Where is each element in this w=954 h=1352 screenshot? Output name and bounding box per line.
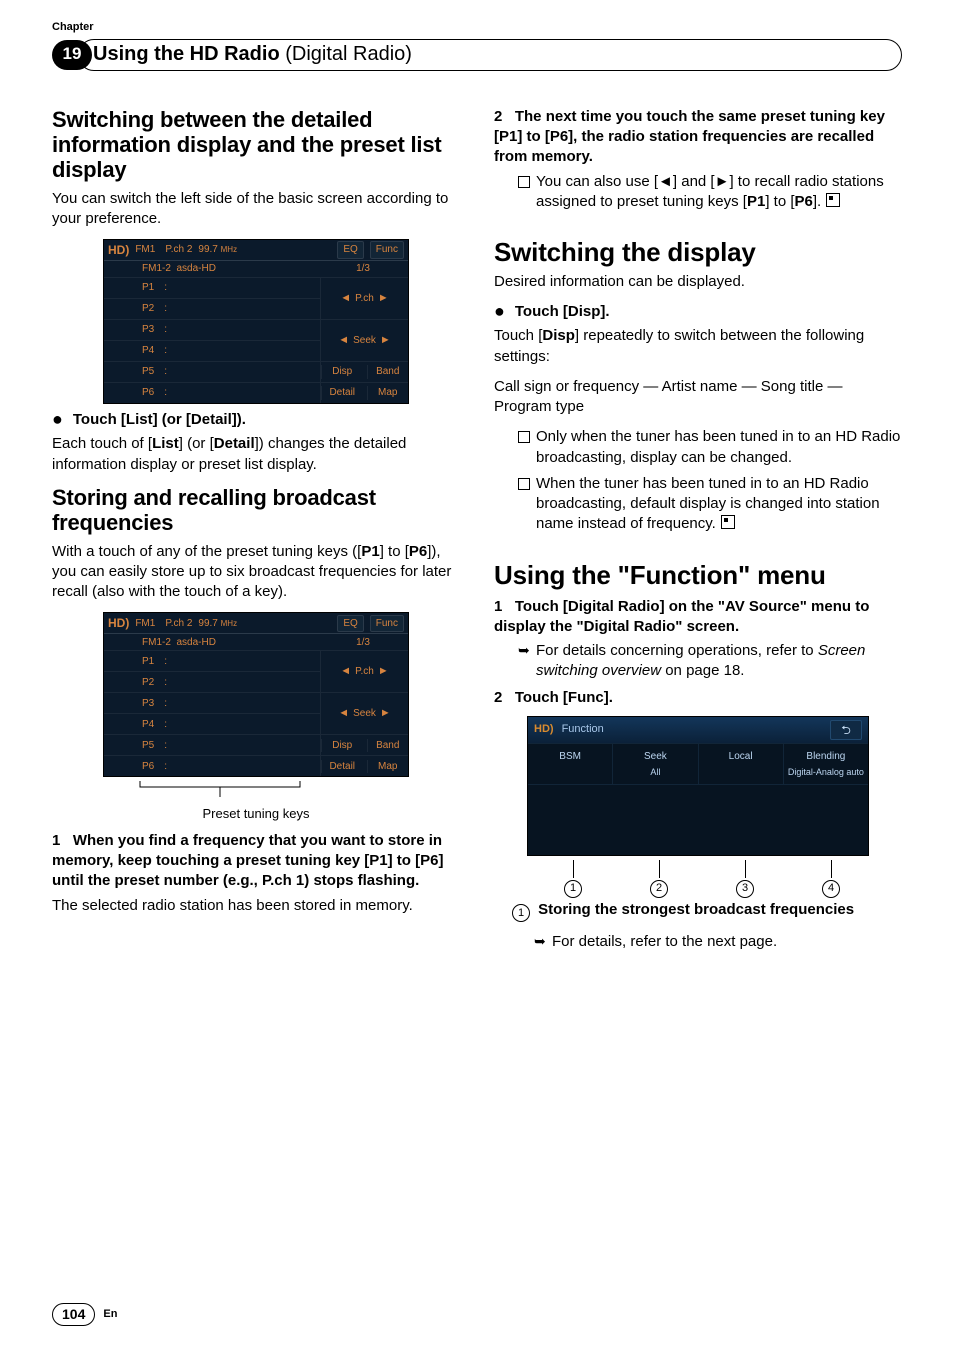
end-icon (721, 515, 735, 529)
chapter-number-badge: 19 (52, 40, 92, 70)
step-1: 1 When you find a frequency that you wan… (52, 831, 460, 892)
chapter-title: Using the HD Radio (Digital Radio) (78, 39, 902, 71)
end-icon (826, 193, 840, 207)
func-note-1: For details concerning operations, refer… (518, 641, 902, 682)
chapter-title-strong: Using the HD Radio (93, 41, 280, 68)
section-storing-heading: Storing and recalling broadcast frequenc… (52, 485, 460, 536)
bullet-touch-disp: ● Touch [Disp]. (494, 302, 902, 322)
preset-caption: Preset tuning keys (52, 805, 460, 823)
map-button[interactable]: Map (367, 760, 409, 774)
preset-row[interactable]: P4: (104, 713, 320, 734)
back-button[interactable]: ⮌ (830, 720, 862, 740)
right-column: 2 The next time you touch the same prese… (494, 101, 902, 957)
note-disp-1: Only when the tuner has been tuned in to… (518, 427, 902, 468)
bullet-text: Touch [Disp]. (515, 302, 610, 322)
detail-button[interactable]: Detail (321, 760, 363, 774)
ss-freq: 99.7 MHz (198, 243, 237, 257)
func-bsm[interactable]: BSM (528, 743, 613, 784)
page-lang: En (103, 1307, 117, 1322)
preset-row[interactable]: P5: (104, 361, 320, 382)
disp-body-1: Touch [Disp] repeatedly to switch betwee… (494, 326, 902, 367)
seek-nav[interactable]: ◄Seek► (320, 319, 408, 361)
callout-2: 2 (650, 880, 668, 898)
pch-nav[interactable]: ◄P.ch► (320, 650, 408, 692)
left-column: Switching between the detailed informati… (52, 101, 460, 957)
hd-icon: HD) (108, 242, 129, 258)
preset-row[interactable]: P1: (104, 650, 320, 671)
preset-row[interactable]: P6: (104, 382, 320, 403)
bullet-touch-list-body: Each touch of [List] (or [Detail]) chang… (52, 434, 460, 475)
func-step-2: 2 Touch [Func]. (494, 688, 902, 708)
preset-row[interactable]: P2: (104, 298, 320, 319)
bullet-touch-list: ● Touch [List] (or [Detail]). (52, 410, 460, 430)
section-switching-display-heading: Switching the display (494, 238, 902, 268)
chapter-title-paren: (Digital Radio) (285, 41, 412, 68)
function-title: Function (562, 722, 604, 737)
ss-page: 1/3 (356, 262, 370, 276)
ss-band: FM1 (135, 243, 155, 257)
section-switch-detail-body: You can switch the left side of the basi… (52, 189, 460, 230)
band-button[interactable]: Band (367, 739, 409, 753)
item-1-note: For details, refer to the next page. (534, 932, 902, 952)
radio-screenshot-2: HD) FM1 P.ch 2 99.7 MHz EQ Func FM1-2 as… (103, 612, 409, 777)
section-storing-body: With a touch of any of the preset tuning… (52, 542, 460, 603)
band-button[interactable]: Band (367, 365, 409, 379)
preset-row[interactable]: P2: (104, 671, 320, 692)
hd-icon: HD) (108, 615, 129, 631)
page-number: 104 (52, 1303, 95, 1326)
map-button[interactable]: Map (367, 386, 409, 400)
preset-row[interactable]: P1: (104, 277, 320, 298)
page-footer: 104 En (52, 1303, 117, 1326)
preset-row[interactable]: P5: (104, 734, 320, 755)
callout-3: 3 (736, 880, 754, 898)
section-switch-detail-heading: Switching between the detailed informati… (52, 107, 460, 183)
bullet-icon: ● (52, 410, 63, 428)
chapter-label: Chapter (52, 20, 902, 35)
func-blending[interactable]: BlendingDigital-Analog auto (784, 743, 868, 784)
preset-bracket (104, 781, 408, 803)
pch-nav[interactable]: ◄P.ch► (320, 277, 408, 319)
item-1: 1 Storing the strongest broadcast freque… (512, 900, 902, 922)
section-function-menu-heading: Using the "Function" menu (494, 561, 902, 591)
func-button[interactable]: Func (370, 241, 404, 259)
ss-sub-l: FM1-2 asda-HD (142, 262, 216, 276)
step-2: 2 The next time you touch the same prese… (494, 107, 902, 168)
radio-screenshot-1: HD) FM1 P.ch 2 99.7 MHz EQ Func FM1-2 as… (103, 239, 409, 404)
func-local[interactable]: Local (699, 743, 784, 784)
func-seek[interactable]: SeekAll (613, 743, 698, 784)
preset-row[interactable]: P4: (104, 340, 320, 361)
eq-button[interactable]: EQ (337, 241, 363, 259)
callout-4: 4 (822, 880, 840, 898)
disp-button[interactable]: Disp (321, 739, 363, 753)
func-button[interactable]: Func (370, 615, 404, 633)
item-1-num: 1 (512, 904, 530, 922)
hd-icon: HD) (534, 722, 554, 737)
section-switching-display-body: Desired information can be displayed. (494, 272, 902, 292)
bullet-icon: ● (494, 302, 505, 320)
bullet-text: Touch [List] (or [Detail]). (73, 410, 246, 430)
detail-button[interactable]: Detail (321, 386, 363, 400)
ss-pch: P.ch 2 (165, 243, 192, 257)
callout-1: 1 (564, 880, 582, 898)
note-recall: You can also use [◄] and [►] to recall r… (518, 172, 902, 213)
step-1-after: The selected radio station has been stor… (52, 896, 460, 916)
preset-row[interactable]: P6: (104, 755, 320, 776)
preset-row[interactable]: P3: (104, 692, 320, 713)
seek-nav[interactable]: ◄Seek► (320, 692, 408, 734)
callout-row: 1 2 3 4 (528, 860, 868, 900)
preset-row[interactable]: P3: (104, 319, 320, 340)
function-screenshot: HD) Function ⮌ BSM SeekAll Local Blendin… (527, 716, 869, 856)
disp-button[interactable]: Disp (321, 365, 363, 379)
chapter-header: 19 Using the HD Radio (Digital Radio) (52, 37, 902, 73)
func-step-1: 1 Touch [Digital Radio] on the "AV Sourc… (494, 597, 902, 638)
note-disp-2: When the tuner has been tuned in to an H… (518, 474, 902, 535)
disp-body-2: Call sign or frequency — Artist name — S… (494, 377, 902, 418)
eq-button[interactable]: EQ (337, 615, 363, 633)
